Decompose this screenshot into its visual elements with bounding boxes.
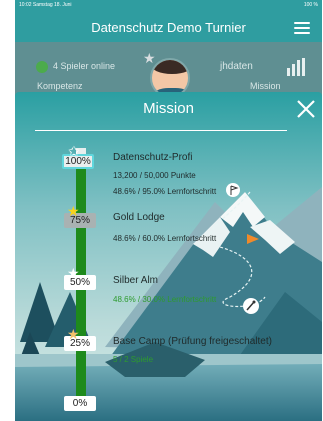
- star-icon: ★: [143, 50, 156, 66]
- app-bar: Datenschutz Demo Turnier: [15, 12, 322, 42]
- bronze-star-icon: ★: [67, 326, 80, 342]
- gold-star-icon: ★: [67, 203, 80, 219]
- milestone-title: Datenschutz-Profi: [113, 152, 193, 163]
- stats-bars-icon[interactable]: [287, 58, 307, 76]
- milestone-points: 13,200 / 50,000 Punkte: [113, 171, 196, 180]
- silver-star-icon: ★: [67, 265, 80, 281]
- mission-panel: Mission 100% ✩ Datenschutz-Profi 13,200 …: [15, 92, 322, 421]
- milestone-title: Silber Alm: [113, 275, 159, 286]
- milestone-title: Base Camp (Prüfung freigeschaltet): [113, 336, 272, 347]
- app-title: Datenschutz Demo Turnier: [91, 20, 246, 35]
- milestone-badge-0: 0%: [64, 396, 96, 411]
- status-bar: 10:02 Samstag 18. Juni 100 %: [15, 0, 322, 12]
- status-time: 10:02 Samstag 18. Juni: [19, 2, 72, 8]
- mission-title: Mission: [143, 100, 194, 117]
- app-frame: 10:02 Samstag 18. Juni 100 % Datenschutz…: [15, 0, 322, 421]
- milestone-progress: 48.6% / 60.0% Lernfortschritt: [113, 234, 217, 243]
- mission-tab-label[interactable]: Mission: [250, 81, 281, 91]
- star-outline-icon: ✩: [68, 143, 80, 159]
- online-players-text: 4 Spieler online: [53, 61, 116, 71]
- milestone-games: 5 / 2 Spiele: [113, 355, 154, 364]
- milestone-progress: 48.6% / 95.0% Lernfortschritt: [113, 187, 217, 196]
- milestone-progress: 48.6% / 30.0% Lernfortschritt: [113, 295, 217, 304]
- kompetenz-label[interactable]: Kompetenz: [37, 81, 83, 91]
- hamburger-menu-icon[interactable]: [294, 22, 310, 34]
- close-icon[interactable]: [295, 98, 317, 120]
- username: jhdaten: [220, 61, 253, 72]
- mountain-landscape-illustration: [15, 92, 322, 421]
- online-status-icon: [36, 61, 48, 73]
- title-divider: [35, 130, 287, 131]
- milestone-title: Gold Lodge: [113, 212, 165, 223]
- status-battery: 100 %: [303, 2, 318, 8]
